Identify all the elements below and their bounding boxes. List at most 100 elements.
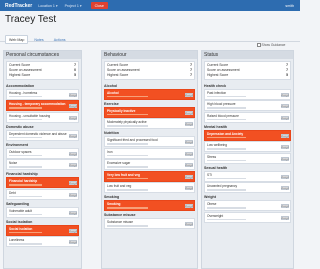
column-behaviour: Behaviour Current Score 7 Score on assess… bbox=[101, 50, 198, 269]
progress-bar bbox=[107, 154, 148, 156]
list-item[interactable]: Moderately physically active Assign bbox=[104, 118, 195, 129]
checkbox[interactable] bbox=[257, 43, 261, 47]
list-item[interactable]: Significant fried and processed food Assi… bbox=[104, 136, 195, 147]
assign-button[interactable]: Assign bbox=[184, 110, 193, 115]
list-item-flagged[interactable]: Financial hardship Assign bbox=[6, 177, 79, 188]
progress-bar bbox=[207, 159, 247, 161]
tab-web-map[interactable]: Web Map bbox=[5, 35, 29, 44]
assign-button[interactable]: Assign bbox=[280, 133, 289, 138]
chevron-down-icon: ▾ bbox=[79, 3, 82, 8]
item-label: Housing - unsuitable housing bbox=[9, 113, 51, 118]
list-item-flagged[interactable]: Smoking Assign bbox=[104, 200, 195, 211]
assign-button[interactable]: Assign bbox=[68, 210, 77, 215]
assign-button[interactable]: Assign bbox=[68, 115, 77, 120]
progress-bar bbox=[207, 107, 247, 109]
progress-bar bbox=[9, 166, 42, 168]
assign-button[interactable]: Assign bbox=[184, 163, 193, 167]
assign-button[interactable]: Assign bbox=[280, 145, 289, 149]
tab-actions[interactable]: Actions bbox=[50, 35, 70, 44]
progress-bar bbox=[107, 166, 148, 168]
list-item-flagged[interactable]: Social isolation Assign bbox=[6, 224, 79, 236]
progress-bar bbox=[207, 218, 247, 220]
list-item[interactable]: Noise Assign bbox=[6, 159, 79, 170]
score-label: Highest Score bbox=[107, 73, 129, 77]
item-label: Low fruit and veg bbox=[107, 184, 132, 188]
group-heading: Smoking bbox=[104, 195, 120, 199]
progress-bar bbox=[207, 136, 247, 138]
assign-button[interactable]: Assign bbox=[184, 204, 193, 208]
list-item[interactable]: Iron Assign bbox=[104, 147, 195, 159]
close-button[interactable]: Close bbox=[90, 2, 108, 9]
list-item[interactable]: Dependent domestic violence and abuse Ass… bbox=[6, 129, 79, 141]
list-item-flagged[interactable]: Housing - temporary accommodation Assign bbox=[6, 100, 79, 111]
item-label: Dependent domestic violence and abuse bbox=[9, 131, 67, 136]
list-item[interactable]: Debt Assign bbox=[6, 188, 79, 200]
group-heading: Financial hardship bbox=[6, 172, 38, 176]
list-item[interactable]: Housing - unsuitable housing Assign bbox=[6, 111, 79, 123]
item-label: Overweight bbox=[207, 213, 224, 218]
list-item[interactable]: Raised blood pressure Assign bbox=[204, 111, 291, 123]
item-label: Substance misuse bbox=[107, 220, 134, 224]
assign-button[interactable]: Assign bbox=[68, 104, 77, 108]
assign-button[interactable]: Assign bbox=[280, 215, 289, 220]
list-item[interactable]: Stress Assign bbox=[204, 152, 291, 164]
assign-button[interactable]: Assign bbox=[184, 186, 193, 190]
progress-bar bbox=[9, 107, 42, 109]
assign-button[interactable]: Assign bbox=[280, 204, 289, 208]
list-item[interactable]: Low wellbeing Assign bbox=[204, 141, 291, 152]
list-item[interactable]: Overweight Assign bbox=[204, 211, 291, 223]
assign-button[interactable]: Assign bbox=[280, 92, 289, 97]
project-menu[interactable]: Project 1 ▾ bbox=[65, 4, 82, 8]
list-item[interactable]: Excessive sugar Assign bbox=[104, 159, 195, 170]
list-item[interactable]: High blood pressure Assign bbox=[204, 100, 291, 111]
assign-button[interactable]: Assign bbox=[68, 240, 77, 244]
assign-button[interactable]: Assign bbox=[184, 122, 193, 126]
assign-button[interactable]: Assign bbox=[184, 140, 193, 144]
project-label: Project 1 bbox=[64, 3, 79, 8]
progress-bar bbox=[9, 195, 42, 197]
brand-logo[interactable]: RedTracker bbox=[0, 3, 38, 9]
progress-bar bbox=[207, 118, 247, 120]
list-item[interactable]: STI Assign bbox=[204, 170, 291, 182]
list-item[interactable]: Vulnerable adult Assign bbox=[6, 206, 79, 218]
column-personal-circumstances: Personal circumstances Current Score 7 Sc… bbox=[3, 50, 82, 269]
assign-button[interactable]: Assign bbox=[68, 151, 77, 156]
assign-button[interactable]: Assign bbox=[184, 151, 193, 156]
list-item[interactable]: Loneliness Assign bbox=[6, 236, 79, 247]
list-item-flagged[interactable]: Depression and Anxiety Assign bbox=[204, 129, 291, 141]
assign-button[interactable]: Assign bbox=[68, 192, 77, 197]
location-label: Location 1 bbox=[38, 3, 55, 8]
assign-button[interactable]: Assign bbox=[184, 174, 193, 179]
assign-button[interactable]: Assign bbox=[280, 174, 289, 179]
assign-button[interactable]: Assign bbox=[280, 104, 289, 108]
list-item-flagged[interactable]: Alcohol Assign bbox=[104, 88, 195, 100]
item-label: Moderately physically active bbox=[107, 120, 147, 124]
assign-button[interactable]: Assign bbox=[68, 181, 77, 185]
list-item[interactable]: Obese Assign bbox=[204, 200, 291, 211]
tab-notes[interactable]: Notes bbox=[30, 35, 47, 44]
list-item[interactable]: Housing - homeless Assign bbox=[6, 88, 79, 100]
show-guidance-toggle[interactable]: Show Guidance bbox=[257, 43, 285, 47]
score-box: Current Score 7 Score on assessment 7 High… bbox=[104, 61, 195, 80]
assign-button[interactable]: Assign bbox=[68, 163, 77, 167]
user-menu[interactable]: smith bbox=[285, 4, 294, 8]
list-item[interactable]: Low fruit and veg Assign bbox=[104, 182, 195, 193]
tab-bar: Web Map Notes Actions bbox=[5, 35, 70, 44]
assign-button[interactable]: Assign bbox=[184, 222, 193, 226]
list-item[interactable]: Past infection Assign bbox=[204, 88, 291, 100]
list-item[interactable]: Unwanted pregnancy Assign bbox=[204, 182, 291, 193]
assign-button[interactable]: Assign bbox=[184, 92, 193, 97]
item-label: Low wellbeing bbox=[207, 143, 228, 147]
list-item-flagged[interactable]: Physically inactive Assign bbox=[104, 106, 195, 118]
location-menu[interactable]: Location 1 ▾ bbox=[38, 4, 57, 8]
list-item[interactable]: Outdoor spaces Assign bbox=[6, 147, 79, 159]
assign-button[interactable]: Assign bbox=[280, 115, 289, 120]
assign-button[interactable]: Assign bbox=[280, 156, 289, 161]
assign-button[interactable]: Assign bbox=[68, 133, 77, 138]
list-item[interactable]: Substance misuse Assign bbox=[104, 218, 195, 229]
list-item-flagged[interactable]: Very low fruit and veg Assign bbox=[104, 170, 195, 182]
progress-bar bbox=[107, 177, 148, 179]
assign-button[interactable]: Assign bbox=[280, 186, 289, 190]
assign-button[interactable]: Assign bbox=[68, 92, 77, 97]
assign-button[interactable]: Assign bbox=[68, 228, 77, 233]
